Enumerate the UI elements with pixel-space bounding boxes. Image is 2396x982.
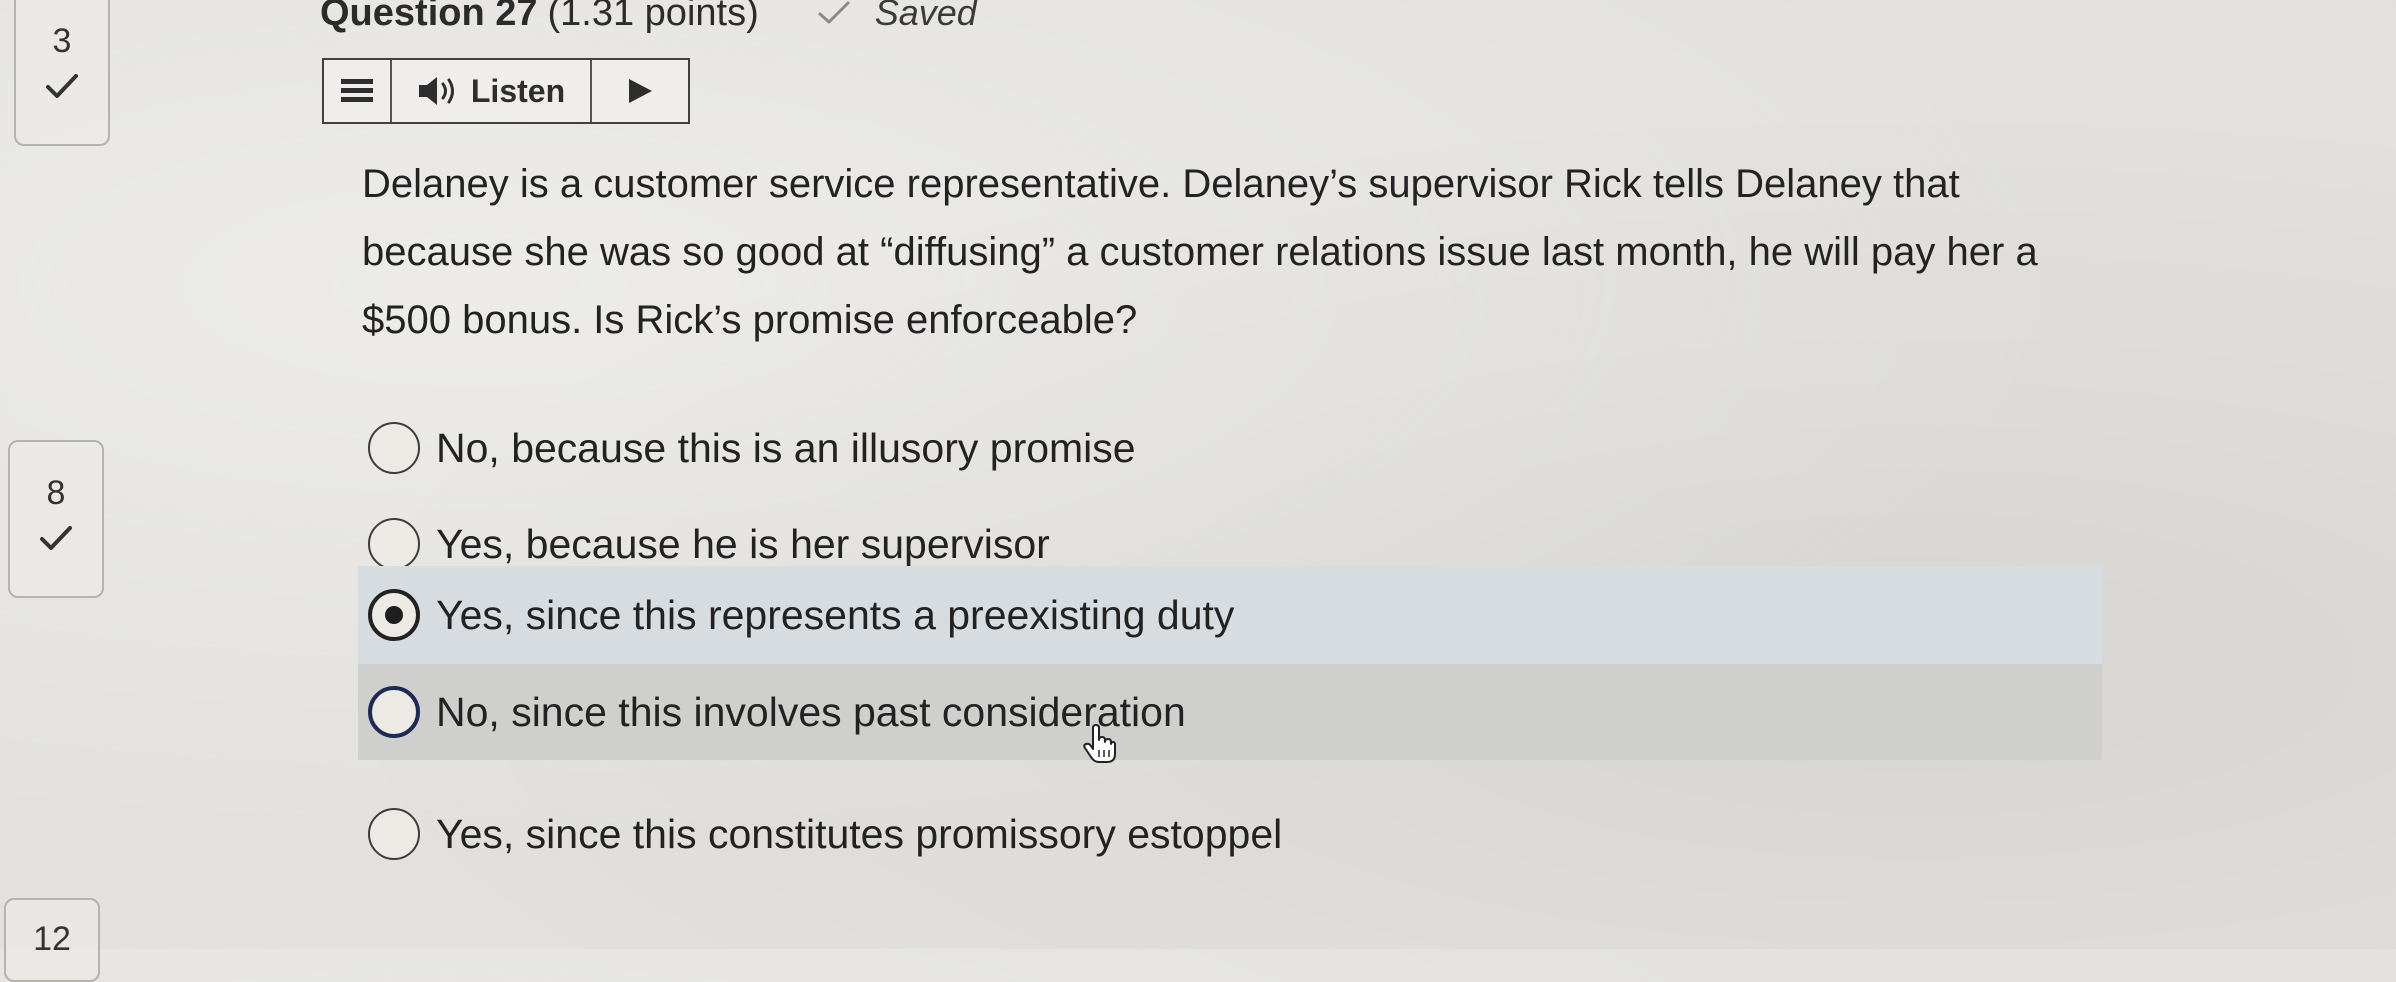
answer-option-selected[interactable]: Yes, since this represents a preexisting… — [358, 566, 2102, 664]
play-icon — [629, 79, 652, 103]
answer-option-label: No, since this involves past considerati… — [436, 688, 1186, 735]
listen-label: Listen — [470, 72, 566, 109]
saved-status: Saved — [874, 0, 977, 33]
hand-cursor-icon — [1083, 724, 1116, 763]
nav-question-number: 8 — [46, 474, 66, 512]
answer-option[interactable]: Yes, since this constitutes promissory e… — [358, 786, 2102, 882]
answer-option-label: No, because this is an illusory promise — [436, 424, 1136, 471]
answer-option-hovered[interactable]: No, since this involves past considerati… — [358, 664, 2102, 760]
answer-option-label: Yes, since this constitutes promissory e… — [436, 810, 1283, 857]
nav-question-number: 12 — [33, 920, 71, 958]
radio-dot-icon — [385, 606, 403, 624]
check-icon — [818, 1, 850, 24]
answer-option-label: Yes, since this represents a preexisting… — [436, 591, 1235, 638]
radio-button[interactable] — [368, 518, 420, 570]
radio-button-checked[interactable] — [368, 589, 420, 641]
answer-option[interactable]: No, because this is an illusory promise — [358, 400, 2102, 496]
question-header: Question 27 (1.31 points) Saved — [320, 0, 977, 38]
check-icon — [40, 526, 72, 550]
question-text: Delaney is a customer service representa… — [362, 162, 2038, 342]
check-icon — [46, 74, 78, 98]
answer-option-label: Yes, because he is her supervisor — [436, 520, 1050, 567]
menu-icon — [341, 79, 373, 102]
listen-button[interactable]: Listen — [392, 60, 592, 122]
nav-question-12[interactable]: 12 — [4, 898, 100, 982]
listen-toolbar: Listen — [322, 58, 690, 124]
nav-question-8[interactable]: 8 — [8, 440, 104, 598]
speaker-icon — [418, 77, 454, 105]
radio-button[interactable] — [368, 686, 420, 738]
question-title: Question 27 — [320, 0, 538, 34]
nav-question-3[interactable]: 3 — [14, 0, 110, 146]
radio-button[interactable] — [368, 808, 420, 860]
radio-button[interactable] — [368, 422, 420, 474]
play-button[interactable] — [592, 60, 688, 122]
toolbar-menu-button[interactable] — [324, 60, 392, 122]
question-points: (1.31 points) — [547, 0, 759, 34]
nav-question-number: 3 — [52, 22, 72, 60]
